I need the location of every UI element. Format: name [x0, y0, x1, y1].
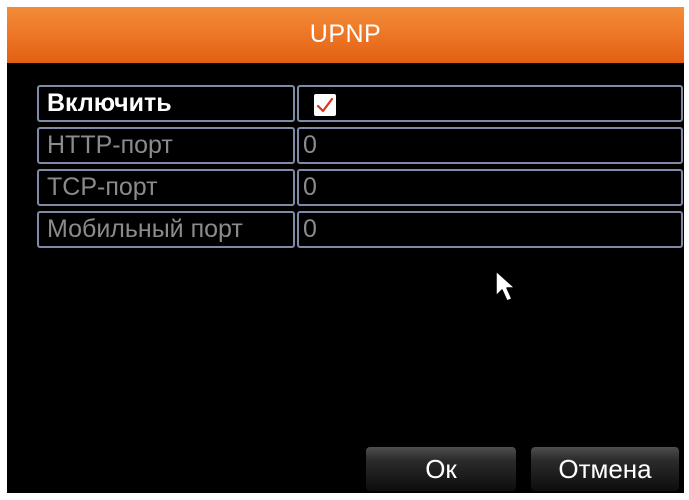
tcp-port-input[interactable]: 0: [297, 169, 683, 206]
field-row-tcp-port: TCP-порт 0: [35, 167, 683, 209]
checkmark-icon: [316, 97, 334, 113]
enable-label: Включить: [37, 85, 295, 122]
dialog-title: UPNP: [7, 7, 684, 63]
ok-button[interactable]: Ок: [366, 447, 516, 491]
field-row-mobile-port: Мобильный порт 0: [35, 209, 683, 251]
enable-checkbox[interactable]: [314, 94, 336, 116]
tcp-port-label: TCP-порт: [37, 169, 295, 206]
http-port-input[interactable]: 0: [297, 127, 683, 164]
upnp-dialog: UPNP Включить HTTP-порт 0 TCP-порт 0 Моб…: [7, 7, 684, 493]
cancel-button[interactable]: Отмена: [531, 447, 679, 491]
field-row-enable: Включить: [35, 83, 683, 125]
http-port-label: HTTP-порт: [37, 127, 295, 164]
mouse-cursor-icon: [495, 270, 516, 302]
enable-value-cell: [297, 85, 683, 122]
field-row-http-port: HTTP-порт 0: [35, 125, 683, 167]
mobile-port-input[interactable]: 0: [297, 211, 683, 248]
mobile-port-label: Мобильный порт: [37, 211, 295, 248]
upnp-settings-form: Включить HTTP-порт 0 TCP-порт 0 Мобильны…: [35, 83, 683, 251]
